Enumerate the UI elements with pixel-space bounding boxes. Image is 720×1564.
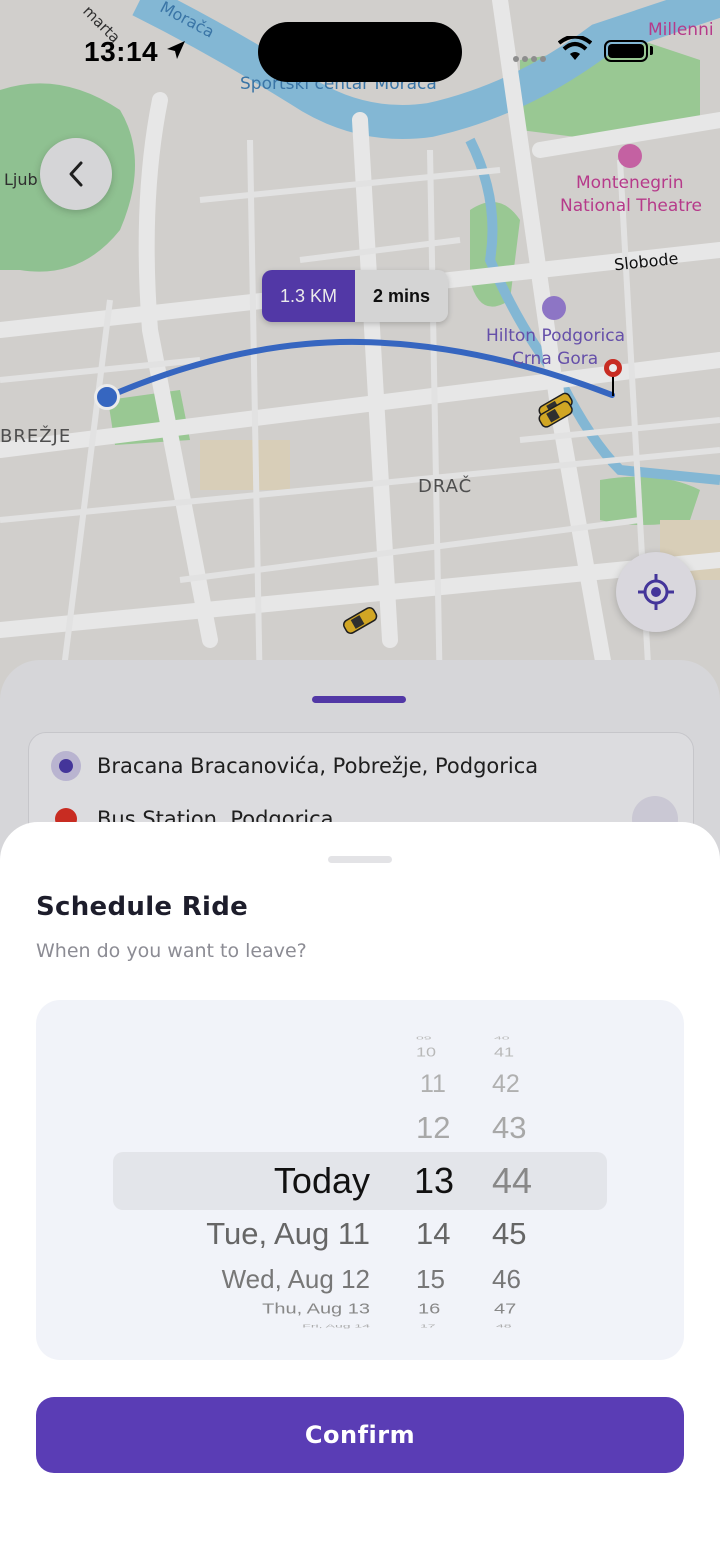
origin-row[interactable]: Bracana Bracanovića, Pobrežje, Podgorica <box>51 751 538 781</box>
origin-dot-icon <box>51 751 81 781</box>
map-label-theatre-2: National Theatre <box>560 196 703 216</box>
location-arrow-icon <box>167 41 185 59</box>
route-info-pill: 1.3 KM 2 mins <box>262 270 449 322</box>
confirm-button[interactable]: Confirm <box>36 1397 684 1473</box>
origin-address: Bracana Bracanovića, Pobrežje, Podgorica <box>97 754 539 778</box>
picker-minute-option[interactable]: 41 <box>494 1045 514 1060</box>
route-distance: 1.3 KM <box>262 270 356 322</box>
picker-hour-option[interactable]: 10 <box>416 1045 436 1060</box>
map-label-hilton-1: Hilton Podgorica <box>486 326 625 346</box>
status-bar: 13:14 <box>0 0 720 100</box>
picker-hour-option[interactable]: 12 <box>416 1110 450 1146</box>
theatre-icon <box>618 144 642 168</box>
picker-hour-option[interactable]: 16 <box>418 1301 440 1318</box>
chevron-left-icon <box>69 161 83 187</box>
sheet-title: Schedule Ride <box>36 892 249 922</box>
battery-icon <box>604 40 648 62</box>
origin-marker <box>94 384 120 410</box>
picker-day-option[interactable]: Tue, Aug 11 <box>206 1216 370 1252</box>
recenter-button[interactable] <box>616 552 696 632</box>
picker-minute-selected[interactable]: 44 <box>492 1160 532 1202</box>
map-label-left-edge: Ljub <box>4 170 38 189</box>
picker-day-option[interactable]: Wed, Aug 12 <box>222 1264 370 1295</box>
picker-minute-option[interactable]: 42 <box>492 1070 520 1099</box>
wifi-icon <box>558 36 592 60</box>
sheet-grabber[interactable] <box>328 856 392 863</box>
signal-icon <box>513 56 546 62</box>
picker-minute-option[interactable]: 40 <box>494 1036 510 1041</box>
taxi-icon <box>538 390 580 430</box>
datetime-picker[interactable]: Today Tue, Aug 11 Wed, Aug 12 Thu, Aug 1… <box>36 1000 684 1360</box>
dynamic-island <box>258 22 462 82</box>
picker-hour-selected[interactable]: 13 <box>414 1160 454 1202</box>
destination-pin-icon <box>602 358 624 398</box>
picker-minute-option[interactable]: 47 <box>494 1301 516 1318</box>
hotel-icon <box>542 296 566 320</box>
battery-tip <box>650 46 653 55</box>
picker-day-selected[interactable]: Today <box>274 1160 370 1202</box>
trip-panel-handle[interactable] <box>312 696 406 703</box>
crosshair-icon <box>638 574 674 610</box>
picker-hour-option[interactable]: 11 <box>420 1070 446 1099</box>
map-label-drac: DRAČ <box>418 476 473 497</box>
map-label-hilton-2: Crna Gora <box>512 349 599 369</box>
picker-minute-option[interactable]: 43 <box>492 1110 526 1146</box>
picker-day-option[interactable]: Fri, Aug 14 <box>302 1324 370 1329</box>
picker-hour-option[interactable]: 17 <box>420 1324 436 1329</box>
picker-minute-option[interactable]: 46 <box>492 1264 521 1295</box>
picker-minute-option[interactable]: 45 <box>492 1216 526 1252</box>
taxi-icon <box>340 604 382 636</box>
picker-minute-option[interactable]: 48 <box>496 1324 512 1329</box>
back-button[interactable] <box>40 138 112 210</box>
sheet-subtitle: When do you want to leave? <box>36 940 307 962</box>
map-label-brezje: BREŽJE <box>0 426 72 447</box>
map-label-theatre-1: Montenegrin <box>576 173 684 193</box>
picker-hour-option[interactable]: 15 <box>416 1264 445 1295</box>
status-time: 13:14 <box>84 36 159 67</box>
picker-hour-option[interactable]: 14 <box>416 1216 450 1252</box>
picker-hour-option[interactable]: 09 <box>416 1036 432 1041</box>
map-view[interactable]: martą Morača Sportski centar Morača Ljub… <box>0 0 720 700</box>
route-duration: 2 mins <box>355 270 449 322</box>
picker-day-option[interactable]: Thu, Aug 13 <box>262 1301 370 1318</box>
